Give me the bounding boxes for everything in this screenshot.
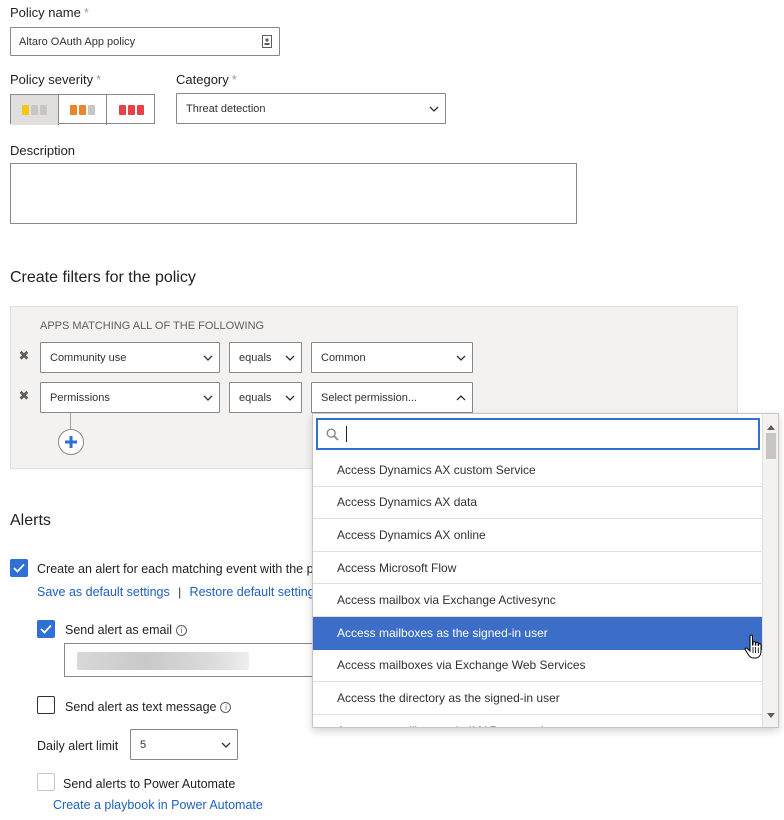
- send-email-checkbox[interactable]: [37, 620, 55, 638]
- send-text-label: Send alert as text message i: [65, 700, 232, 714]
- category-select[interactable]: Threat detection: [176, 93, 446, 124]
- filter-field-value: Permissions: [50, 391, 110, 404]
- permission-option[interactable]: Access mailbox via Exchange Activesync: [313, 584, 763, 617]
- send-text-label-text: Send alert as text message: [65, 700, 217, 714]
- policy-name-value: Altaro OAuth App policy: [19, 35, 136, 48]
- filter-operator-select[interactable]: equals: [229, 342, 302, 373]
- filter-header: APPS MATCHING ALL OF THE FOLLOWING: [40, 320, 265, 332]
- search-icon: [326, 427, 339, 441]
- permission-option[interactable]: Access Dynamics AX custom Service: [313, 454, 763, 487]
- filter-field-select[interactable]: Permissions: [40, 382, 220, 413]
- plus-icon: [65, 436, 77, 448]
- description-textarea[interactable]: [10, 163, 577, 224]
- save-default-link[interactable]: Save as default settings: [37, 585, 170, 599]
- checkmark-icon: [13, 563, 25, 573]
- create-alert-label: Create an alert for each matching event …: [37, 562, 314, 576]
- alerts-section-title: Alerts: [10, 512, 51, 529]
- chevron-up-icon: [450, 394, 472, 401]
- add-filter-button[interactable]: [58, 429, 84, 455]
- policy-severity-label-text: Policy severity: [10, 72, 94, 87]
- policy-name-label-text: Policy name: [10, 5, 81, 20]
- scrollbar-thumb[interactable]: [766, 433, 776, 459]
- severity-selector: [10, 94, 155, 125]
- permission-option[interactable]: Access Dynamics AX online: [313, 519, 763, 552]
- filters-section-title: Create filters for the policy: [10, 269, 196, 286]
- policy-name-label: Policy name *: [10, 5, 89, 20]
- filter-value-select[interactable]: Common: [311, 342, 473, 373]
- filter-operator-select[interactable]: equals: [229, 382, 302, 413]
- send-email-label: Send alert as email i: [65, 623, 188, 637]
- permission-search-input[interactable]: [316, 418, 760, 450]
- chevron-down-icon: [197, 355, 219, 361]
- power-automate-checkbox[interactable]: [37, 773, 55, 791]
- filter-value-text: Common: [321, 351, 366, 364]
- permission-option[interactable]: Access Microsoft Flow: [313, 552, 763, 585]
- category-value: Threat detection: [186, 102, 266, 115]
- chevron-down-icon: [215, 742, 237, 748]
- policy-severity-label: Policy severity *: [10, 72, 101, 87]
- severity-low-button[interactable]: [11, 95, 59, 125]
- required-marker: *: [231, 72, 237, 87]
- daily-limit-label: Daily alert limit: [37, 739, 119, 753]
- permission-option[interactable]: Access mailboxes via Exchange Web Servic…: [313, 650, 763, 683]
- default-settings-links: Save as default settings | Restore defau…: [37, 585, 315, 599]
- required-marker: *: [96, 72, 102, 87]
- create-playbook-link[interactable]: Create a playbook in Power Automate: [53, 798, 263, 812]
- redacted-email: [77, 652, 249, 670]
- category-label: Category *: [176, 72, 237, 87]
- info-icon[interactable]: i: [220, 702, 232, 713]
- permission-option[interactable]: Access to mailboxes via IMAP protocol: [313, 715, 763, 727]
- severity-medium-button[interactable]: [59, 95, 107, 125]
- text-caret: [346, 426, 347, 442]
- filter-field-select[interactable]: Community use: [40, 342, 220, 373]
- chevron-down-icon: [423, 106, 445, 112]
- email-recipients-input[interactable]: [64, 643, 324, 677]
- contact-card-icon[interactable]: [262, 35, 272, 48]
- chevron-down-icon: [450, 355, 472, 361]
- daily-limit-select[interactable]: 5: [130, 729, 238, 760]
- filter-field-value: Community use: [50, 351, 127, 364]
- create-alert-checkbox[interactable]: [10, 559, 28, 577]
- link-separator: |: [178, 585, 182, 599]
- restore-default-link[interactable]: Restore default setting: [190, 585, 315, 599]
- filter-operator-value: equals: [239, 351, 272, 364]
- scroll-up-arrow-icon[interactable]: [767, 419, 775, 433]
- permission-dropdown: Access Dynamics AX custom Service Access…: [312, 413, 779, 728]
- scroll-down-arrow-icon[interactable]: [767, 707, 775, 721]
- description-label: Description: [10, 143, 76, 158]
- permission-select[interactable]: Select permission...: [311, 382, 473, 413]
- chevron-down-icon: [197, 395, 219, 401]
- category-label-text: Category: [176, 72, 229, 87]
- permission-option[interactable]: Access the directory as the signed-in us…: [313, 682, 763, 715]
- required-marker: *: [83, 5, 89, 20]
- send-email-label-text: Send alert as email: [65, 623, 173, 637]
- send-text-checkbox[interactable]: [37, 696, 55, 714]
- connector-line: [70, 413, 71, 429]
- severity-high-button[interactable]: [107, 95, 155, 125]
- dropdown-scrollbar[interactable]: [762, 414, 778, 727]
- remove-filter-icon[interactable]: ✖: [17, 349, 31, 363]
- permission-option[interactable]: Access Dynamics AX data: [313, 487, 763, 520]
- filter-operator-value: equals: [239, 391, 272, 404]
- chevron-down-icon: [279, 395, 301, 401]
- daily-limit-value: 5: [140, 738, 147, 751]
- policy-name-input[interactable]: Altaro OAuth App policy: [10, 27, 280, 56]
- chevron-down-icon: [279, 355, 301, 361]
- remove-filter-icon[interactable]: ✖: [17, 389, 31, 403]
- power-automate-label: Send alerts to Power Automate: [63, 777, 236, 791]
- info-icon[interactable]: i: [176, 625, 188, 636]
- checkmark-icon: [40, 624, 52, 634]
- permission-select-value: Select permission...: [321, 391, 417, 404]
- permission-list: Access Dynamics AX custom Service Access…: [313, 454, 763, 727]
- permission-option-selected[interactable]: Access mailboxes as the signed-in user: [313, 616, 763, 650]
- hand-cursor-icon: [744, 634, 764, 663]
